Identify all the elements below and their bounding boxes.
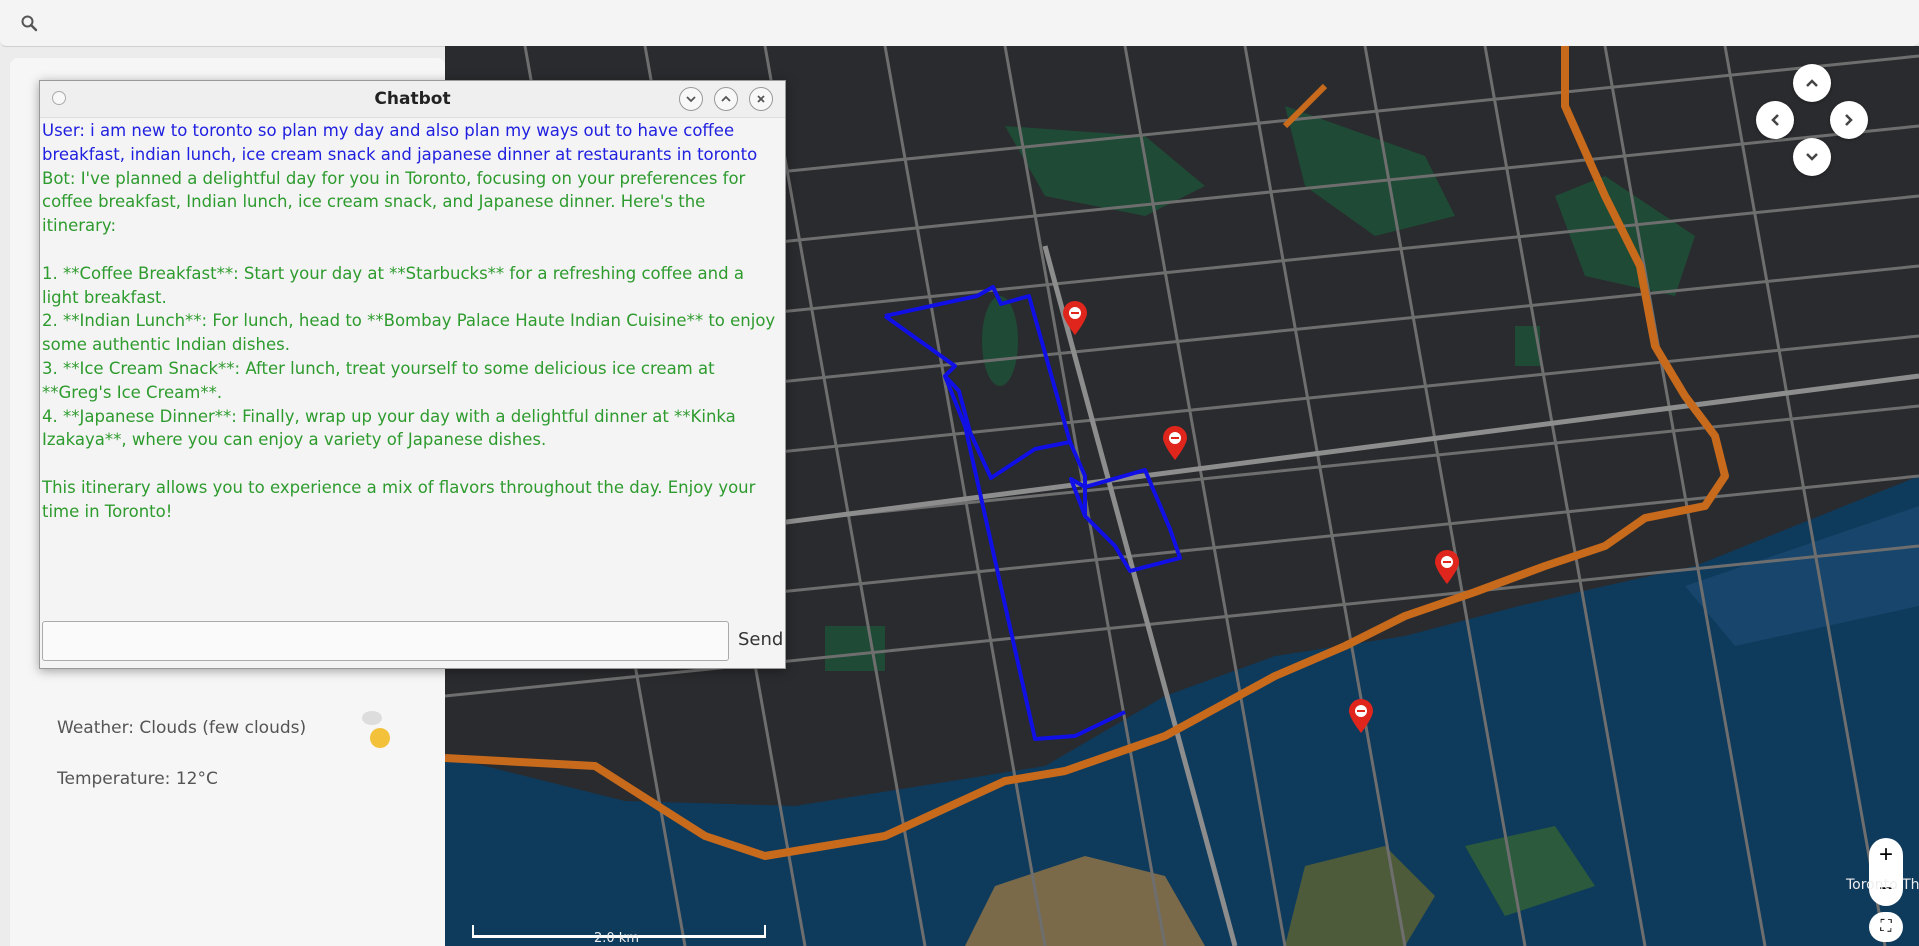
search-bar xyxy=(0,0,1919,47)
chevron-up-icon xyxy=(721,95,731,102)
restaurant-marker-icon[interactable] xyxy=(1433,549,1461,585)
pan-right-button[interactable] xyxy=(1830,101,1868,139)
weather-icon xyxy=(362,711,390,748)
maximize-button[interactable] xyxy=(714,87,738,111)
restaurant-marker-icon[interactable] xyxy=(1347,698,1375,734)
minimize-button[interactable] xyxy=(679,87,703,111)
window-title: Chatbot xyxy=(374,89,451,109)
close-icon xyxy=(757,95,765,103)
weather-label: Weather: Clouds (few clouds) xyxy=(57,718,307,738)
chatbot-window: Chatbot User: i am new to toronto so pla… xyxy=(39,80,786,669)
pan-up-button[interactable] xyxy=(1793,64,1831,102)
chat-input[interactable] xyxy=(42,621,729,661)
bot-message: Bot: I've planned a delightful day for y… xyxy=(42,168,776,521)
chatbot-titlebar[interactable]: Chatbot xyxy=(40,81,785,118)
restaurant-marker-icon[interactable] xyxy=(1061,300,1089,336)
send-button[interactable]: Send xyxy=(732,621,784,657)
search-icon xyxy=(21,15,38,32)
zoom-in-button[interactable]: + xyxy=(1869,838,1903,872)
close-button[interactable] xyxy=(749,87,773,111)
fullscreen-button[interactable]: ⛶ xyxy=(1869,912,1903,942)
map-attribution: Toronto Th xyxy=(1846,877,1919,893)
pan-down-button[interactable] xyxy=(1793,138,1831,176)
search-input[interactable] xyxy=(50,8,1894,40)
chevron-down-icon xyxy=(686,96,696,103)
user-message: User: i am new to toronto so plan my day… xyxy=(42,121,758,164)
chevron-left-icon xyxy=(1771,114,1779,126)
fullscreen-icon: ⛶ xyxy=(1880,918,1892,935)
scale-label: 2.0 km xyxy=(594,931,639,946)
restaurant-marker-icon[interactable] xyxy=(1161,425,1189,461)
temperature-label: Temperature: 12°C xyxy=(57,769,218,789)
chevron-down-icon xyxy=(1806,153,1818,161)
chevron-up-icon xyxy=(1806,79,1818,87)
chevron-right-icon xyxy=(1845,114,1853,126)
pan-left-button[interactable] xyxy=(1756,101,1794,139)
plus-icon: + xyxy=(1878,841,1893,868)
chat-log[interactable]: User: i am new to toronto so plan my day… xyxy=(40,119,785,579)
map-scale: 2.0 km xyxy=(472,925,766,946)
